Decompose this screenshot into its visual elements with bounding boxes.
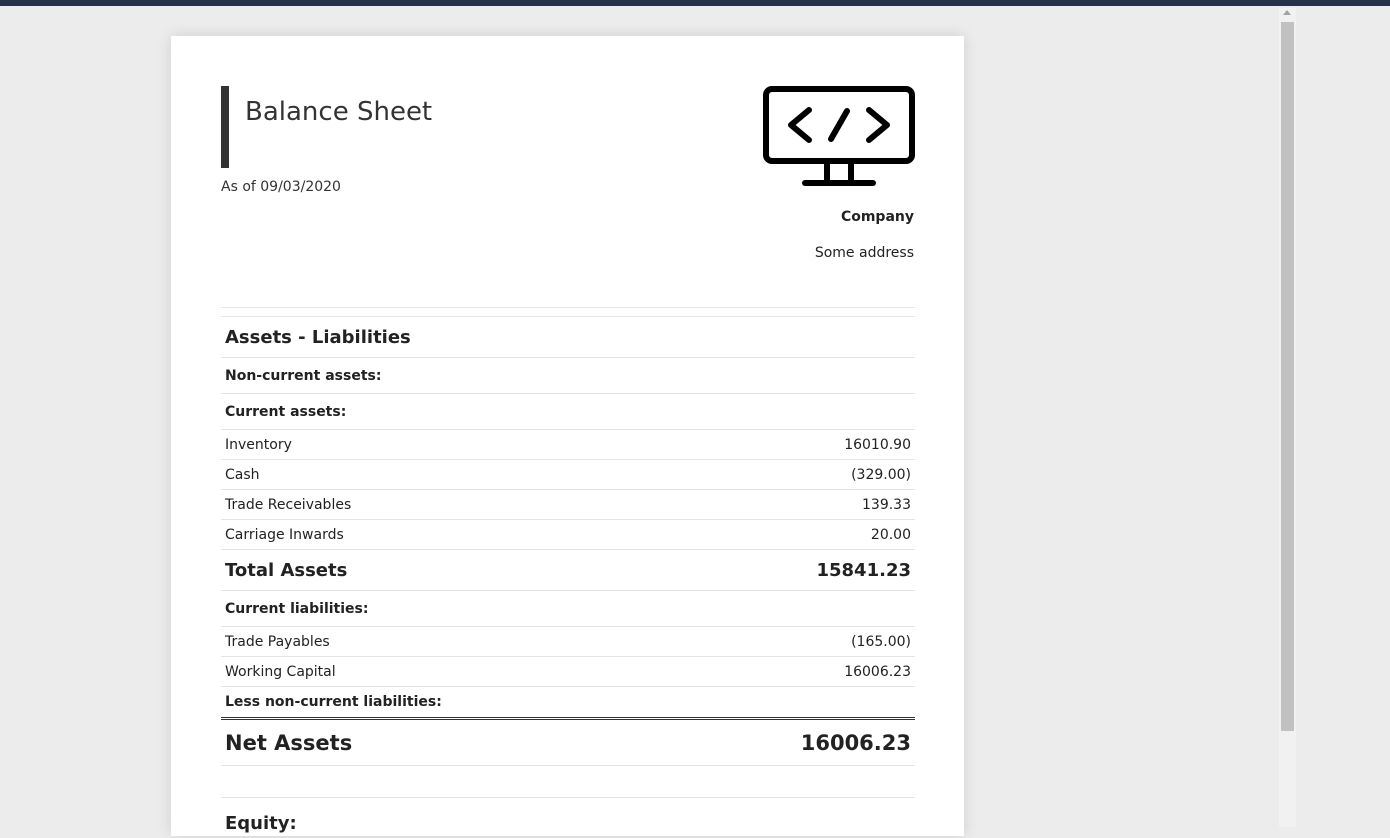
- group-header: Current liabilities:: [221, 590, 915, 626]
- equity-label: Equity:: [225, 812, 297, 834]
- scrollbar-thumb[interactable]: [1281, 22, 1294, 731]
- section-header: Assets - Liabilities: [221, 316, 915, 357]
- title-accent-bar: [221, 86, 229, 168]
- table-row: Inventory 16010.90: [221, 429, 915, 459]
- current-assets-label: Current assets:: [225, 403, 347, 420]
- row-label: Trade Payables: [225, 633, 330, 650]
- table-row: Carriage Inwards 20.00: [221, 519, 915, 549]
- row-label: Working Capital: [225, 663, 336, 680]
- row-value: (329.00): [851, 466, 911, 483]
- row-value: 20.00: [870, 526, 911, 543]
- total-assets-label: Total Assets: [225, 559, 348, 581]
- spacer-row: [221, 765, 915, 797]
- group-header: Non-current assets:: [221, 357, 915, 393]
- table-row: Trade Payables (165.00): [221, 626, 915, 656]
- current-liabilities-label: Current liabilities:: [225, 600, 369, 617]
- net-assets-value: 16006.23: [800, 730, 911, 755]
- table-row: Cash (329.00): [221, 459, 915, 489]
- balance-sheet-table: Assets - Liabilities Non-current assets:…: [221, 307, 915, 838]
- row-value: 139.33: [862, 496, 911, 513]
- row-value: (165.00): [851, 633, 911, 650]
- net-assets-label: Net Assets: [225, 730, 353, 755]
- row-label: Inventory: [225, 436, 292, 453]
- row-label: Cash: [225, 466, 260, 483]
- row-label: Trade Receivables: [225, 496, 352, 513]
- total-assets-row: Total Assets 15841.23: [221, 549, 915, 590]
- table-row: Working Capital 16006.23: [221, 656, 915, 686]
- non-current-liabilities-label: Less non-current liabilities:: [225, 694, 442, 710]
- company-address: Some address: [814, 245, 914, 261]
- scroll-up-arrow-icon[interactable]: [1283, 10, 1291, 15]
- net-assets-row: Net Assets 16006.23: [221, 717, 915, 765]
- non-current-assets-label: Non-current assets:: [225, 367, 382, 384]
- code-monitor-icon: [763, 86, 915, 186]
- group-header: Current assets:: [221, 393, 915, 429]
- company-name: Company: [840, 209, 914, 225]
- balance-sheet-page: Balance Sheet As of 09/03/2020 Company S…: [171, 36, 964, 836]
- row-label: Carriage Inwards: [225, 526, 344, 543]
- report-date: As of 09/03/2020: [221, 179, 341, 195]
- app-top-bar: [0, 0, 1390, 6]
- page-title: Balance Sheet: [245, 97, 433, 127]
- group-header: Less non-current liabilities:: [221, 686, 915, 717]
- section-title: Assets - Liabilities: [225, 326, 411, 348]
- total-assets-value: 15841.23: [816, 559, 911, 581]
- table-row: Trade Receivables 139.33: [221, 489, 915, 519]
- row-value: 16010.90: [844, 436, 911, 453]
- row-value: 16006.23: [844, 663, 911, 680]
- equity-header: Equity:: [221, 797, 915, 838]
